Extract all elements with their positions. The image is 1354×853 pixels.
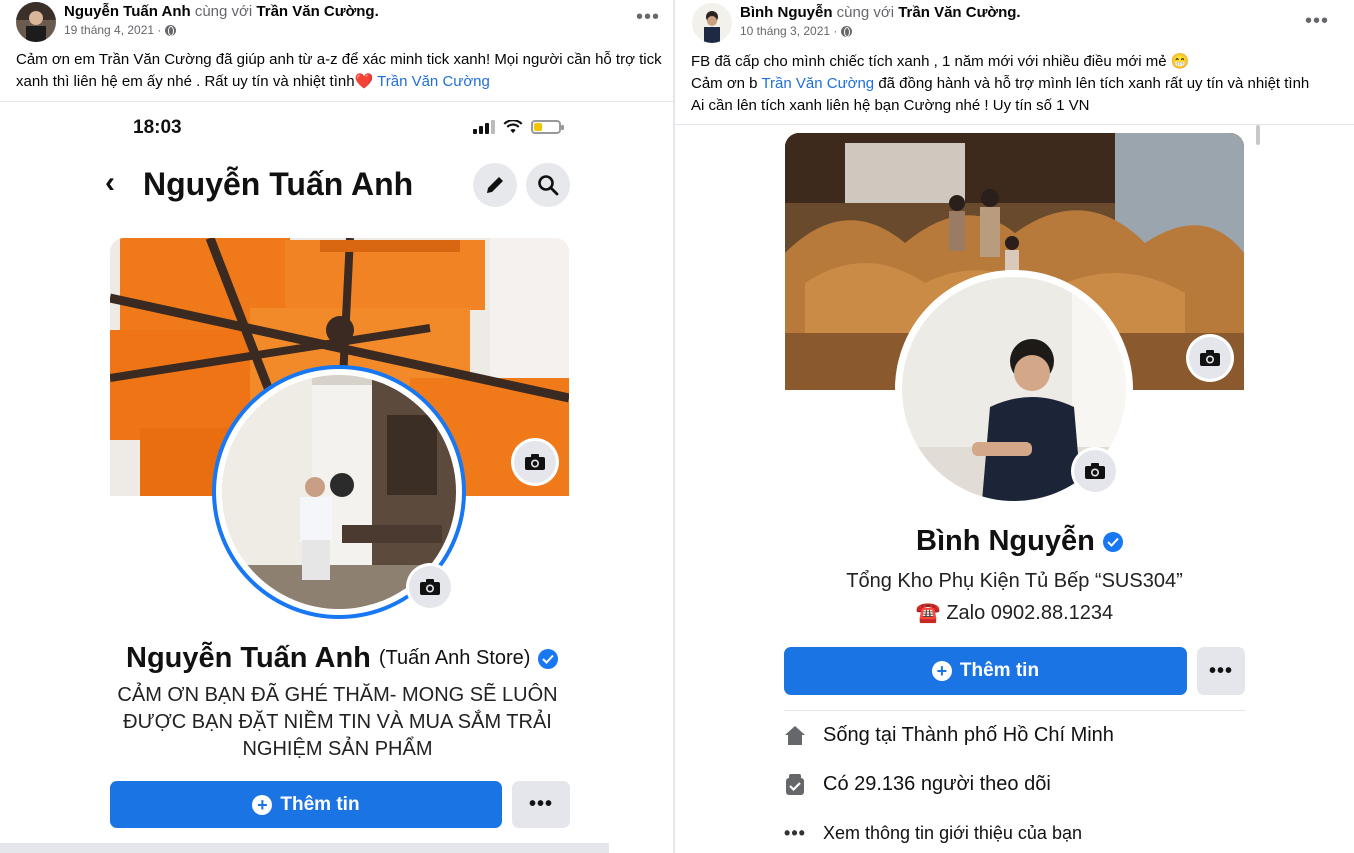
wifi-icon: [503, 120, 523, 134]
caption-line: Cảm ơn em Trần Văn Cường đã giúp anh từ …: [16, 51, 662, 68]
post-options-button[interactable]: •••: [1305, 10, 1329, 33]
post-meta: 19 tháng 4, 2021 ·: [64, 22, 379, 38]
caption-line: xanh thì liên hệ em ấy nhé . Rất uy tín …: [16, 71, 666, 93]
author-name[interactable]: Bình Nguyễn: [740, 4, 833, 21]
info-lives-in[interactable]: Sống tại Thành phố Hồ Chí Minh: [783, 723, 1114, 747]
with-word: cùng với: [836, 4, 895, 21]
profile-camera-button[interactable]: [409, 566, 451, 608]
caption-text: xanh thì liên hệ em ấy nhé . Rất uy tín …: [16, 73, 355, 90]
followers-icon: [783, 772, 807, 796]
profile-name-row: Nguyễn Tuấn Anh (Tuấn Anh Store): [126, 642, 559, 675]
cover-camera-button[interactable]: [514, 441, 556, 483]
verified-badge-icon: [538, 648, 559, 669]
profile-name: Bình Nguyễn: [916, 525, 1095, 557]
image-bottom-strip: [0, 843, 609, 853]
post-image-left[interactable]: 18:03 ‹ Nguyễn Tuấn Anh Nguyễn Tuấn Anh …: [0, 102, 673, 853]
info-about-label: Xem thông tin giới thiệu của bạn: [823, 822, 1082, 843]
bio-line: Tổng Kho Phụ Kiện Tủ Bếp “SUS304”: [846, 570, 1183, 592]
plus-icon: +: [931, 661, 952, 681]
info-followers-label: Có 29.136 người theo dõi: [823, 772, 1051, 795]
camera-icon: [420, 579, 440, 595]
bio-line: NGHIỆM SẢN PHẨM: [242, 738, 433, 760]
info-about[interactable]: ••• Xem thông tin giới thiệu của bạn: [783, 821, 1082, 845]
nav-title: Nguyễn Tuấn Anh: [143, 166, 414, 202]
caption-mention-link[interactable]: Trần Văn Cường: [761, 75, 874, 92]
post-right: Bình Nguyễn cùng với Trần Văn Cường. 10 …: [675, 0, 1354, 853]
camera-icon: [1200, 350, 1220, 366]
status-icons: [473, 120, 564, 134]
profile-camera-button[interactable]: [1074, 450, 1116, 492]
plus-icon: +: [252, 794, 273, 815]
camera-icon: [1085, 463, 1105, 479]
post-header: Bình Nguyễn cùng với Trần Văn Cường. 10 …: [692, 3, 1021, 43]
profile-more-button[interactable]: •••: [1197, 647, 1245, 695]
post-options-button[interactable]: •••: [636, 6, 660, 29]
battery-icon: [531, 120, 564, 134]
verified-badge-icon: [1102, 531, 1123, 552]
tagged-name[interactable]: Trần Văn Cường.: [256, 3, 378, 20]
bio-line: ☎️ Zalo 0902.88.1234: [915, 602, 1114, 624]
ellipsis-icon: •••: [784, 822, 806, 843]
profile-bio: Tổng Kho Phụ Kiện Tủ Bếp “SUS304” ☎️ Zal…: [785, 565, 1244, 629]
edit-button[interactable]: [473, 163, 517, 207]
post-meta: 10 tháng 3, 2021 ·: [740, 23, 1021, 39]
tagged-name[interactable]: Trần Văn Cường.: [898, 4, 1020, 21]
caption-line: FB đã cấp cho mình chiếc tích xanh , 1 n…: [691, 53, 1190, 70]
back-chevron-icon[interactable]: ‹: [105, 166, 115, 200]
caption-mention-link[interactable]: Trần Văn Cường: [373, 73, 490, 90]
with-word: cùng với: [194, 3, 253, 20]
post-left: Nguyễn Tuấn Anh cùng với Trần Văn Cường.…: [0, 0, 673, 853]
post-caption: Cảm ơn em Trần Văn Cường đã giúp anh từ …: [16, 49, 666, 93]
globe-icon: [841, 25, 853, 37]
bio-line: CẢM ƠN BẠN ĐÃ GHÉ THĂM- MONG SẼ LUÔN: [117, 684, 558, 706]
profile-bio: CẢM ƠN BẠN ĐÃ GHÉ THĂM- MONG SẼ LUÔN ĐƯỢ…: [100, 682, 575, 763]
camera-icon: [525, 454, 545, 470]
add-story-button[interactable]: + Thêm tin: [784, 647, 1187, 695]
add-story-button[interactable]: + Thêm tin: [110, 781, 502, 828]
post-date[interactable]: 10 tháng 3, 2021 ·: [740, 23, 837, 39]
scrollbar[interactable]: [1256, 125, 1260, 145]
page: Nguyễn Tuấn Anh cùng với Trần Văn Cường.…: [0, 0, 1354, 853]
info-followers[interactable]: Có 29.136 người theo dõi: [783, 772, 1051, 796]
pencil-icon: [487, 177, 503, 193]
add-story-label: Thêm tin: [959, 660, 1040, 681]
caption-line: Ai cần lên tích xanh liên hệ bạn Cường n…: [691, 97, 1090, 114]
caption-text: Cảm ơn b: [691, 75, 762, 92]
caption-line: Cảm ơn b Trần Văn Cường đã đồng hành và …: [691, 73, 1341, 95]
post-image-right[interactable]: Bình Nguyễn Tổng Kho Phụ Kiện Tủ Bếp “SU…: [675, 125, 1354, 853]
caption-text: đã đồng hành và hỗ trợ mình lên tích xan…: [874, 75, 1310, 92]
info-lives-label: Sống tại Thành phố Hồ Chí Minh: [823, 723, 1114, 746]
author-line: Bình Nguyễn cùng với Trần Văn Cường.: [740, 3, 1021, 23]
signal-icon: [473, 120, 495, 134]
heart-icon: ❤️: [354, 73, 374, 90]
profile-name: Nguyễn Tuấn Anh: [126, 642, 371, 674]
search-button[interactable]: [526, 163, 570, 207]
profile-more-button[interactable]: •••: [512, 781, 570, 828]
author-avatar[interactable]: [16, 2, 56, 42]
profile-alt-name: (Tuấn Anh Store): [378, 647, 531, 669]
globe-icon: [165, 24, 177, 36]
post-header: Nguyễn Tuấn Anh cùng với Trần Văn Cường.…: [16, 2, 379, 42]
author-name[interactable]: Nguyễn Tuấn Anh: [64, 3, 191, 20]
author-avatar[interactable]: [692, 3, 732, 43]
search-icon: [538, 175, 559, 196]
status-time: 18:03: [133, 117, 182, 138]
home-icon: [783, 723, 807, 747]
divider: [784, 710, 1245, 711]
bio-line: ĐƯỢC BẠN ĐẶT NIỀM TIN VÀ MUA SẮM TRẢI: [123, 711, 552, 733]
cover-camera-button[interactable]: [1189, 337, 1231, 379]
add-story-label: Thêm tin: [280, 793, 360, 815]
post-date[interactable]: 19 tháng 4, 2021 ·: [64, 22, 161, 38]
author-line: Nguyễn Tuấn Anh cùng với Trần Văn Cường.: [64, 2, 379, 22]
profile-name-row: Bình Nguyễn: [916, 525, 1123, 558]
post-caption: FB đã cấp cho mình chiếc tích xanh , 1 n…: [691, 51, 1341, 117]
